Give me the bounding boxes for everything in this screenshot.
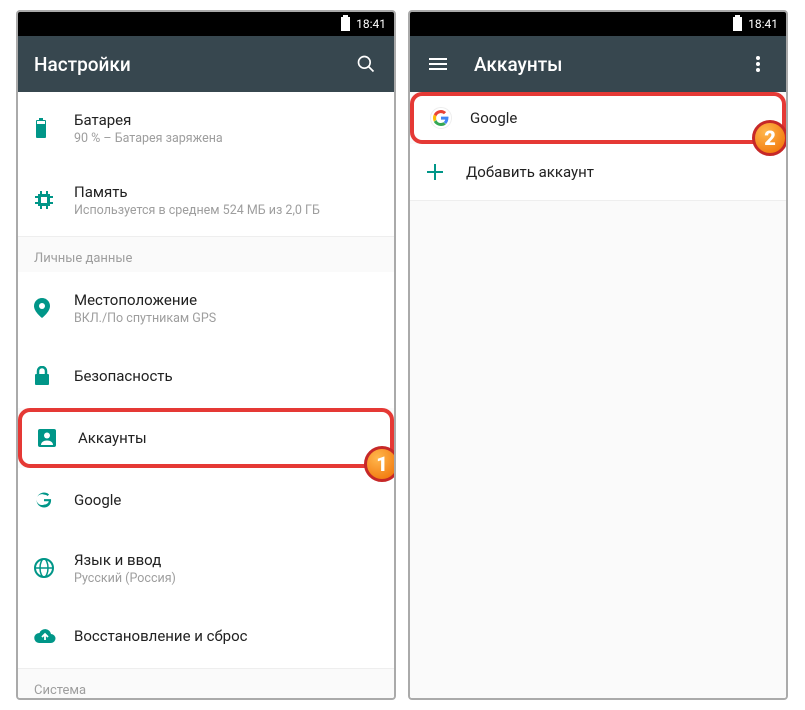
status-time: 18:41 xyxy=(748,17,778,31)
battery-label: Батарея xyxy=(74,111,378,129)
account-google-label: Google xyxy=(470,109,766,127)
google-label: Google xyxy=(74,491,378,509)
app-bar: Настройки xyxy=(18,36,394,92)
subheader-personal: Личные данные xyxy=(18,237,394,272)
status-time: 18:41 xyxy=(356,17,386,31)
row-add-account[interactable]: Добавить аккаунт xyxy=(410,144,786,200)
subheader-system: Система xyxy=(18,669,394,698)
language-label: Язык и ввод xyxy=(74,551,378,569)
search-icon xyxy=(356,54,376,74)
location-sub: ВКЛ./По спутникам GPS xyxy=(74,311,378,326)
lock-icon xyxy=(34,366,74,386)
status-bar: 18:41 xyxy=(18,12,394,36)
app-bar: Аккаунты xyxy=(410,36,786,92)
battery-sub: 90 % – Батарея заряжена xyxy=(74,131,378,146)
step-badge-2: 2 xyxy=(752,120,786,156)
globe-icon xyxy=(34,558,74,578)
drawer-button[interactable] xyxy=(426,52,450,76)
accounts-label: Аккаунты xyxy=(78,429,374,447)
accounts-list[interactable]: Google 2 Добавить аккаунт xyxy=(410,92,786,698)
memory-label: Память xyxy=(74,183,378,201)
google-logo-icon xyxy=(430,107,470,129)
search-button[interactable] xyxy=(354,52,378,76)
memory-sub: Используется в среднем 524 МБ из 2,0 ГБ xyxy=(74,203,378,218)
step-badge-1: 1 xyxy=(364,446,394,482)
add-account-label: Добавить аккаунт xyxy=(466,163,770,181)
google-icon xyxy=(34,490,74,510)
memory-icon xyxy=(34,190,74,210)
language-sub: Русский (Россия) xyxy=(74,571,378,586)
more-icon xyxy=(756,56,760,72)
page-title: Аккаунты xyxy=(474,53,722,76)
row-backup[interactable]: Восстановление и сброс xyxy=(18,604,394,668)
hamburger-icon xyxy=(429,58,447,70)
overflow-button[interactable] xyxy=(746,52,770,76)
row-location[interactable]: Местоположение ВКЛ./По спутникам GPS xyxy=(18,272,394,344)
plus-icon xyxy=(426,163,466,181)
row-accounts[interactable]: Аккаунты 1 xyxy=(18,408,394,468)
status-bar: 18:41 xyxy=(410,12,786,36)
battery-icon xyxy=(34,118,74,138)
row-google[interactable]: Google xyxy=(18,468,394,532)
row-language[interactable]: Язык и ввод Русский (Россия) xyxy=(18,532,394,604)
battery-icon xyxy=(733,17,742,31)
screen-accounts: 18:41 Аккаунты Google 2 xyxy=(408,10,788,700)
backup-icon xyxy=(34,628,74,644)
page-title: Настройки xyxy=(34,53,330,76)
security-label: Безопасность xyxy=(74,367,378,385)
location-icon xyxy=(34,298,74,318)
row-security[interactable]: Безопасность xyxy=(18,344,394,408)
divider xyxy=(410,200,786,201)
settings-list[interactable]: Батарея 90 % – Батарея заряжена Память И… xyxy=(18,92,394,698)
screen-settings: 18:41 Настройки Батарея 90 % – Батарея з… xyxy=(16,10,396,700)
account-icon xyxy=(38,429,78,447)
row-memory[interactable]: Память Используется в среднем 524 МБ из … xyxy=(18,164,394,236)
location-label: Местоположение xyxy=(74,291,378,309)
row-account-google[interactable]: Google 2 xyxy=(410,92,786,144)
row-battery[interactable]: Батарея 90 % – Батарея заряжена xyxy=(18,92,394,164)
battery-icon xyxy=(341,17,350,31)
backup-label: Восстановление и сброс xyxy=(74,627,378,645)
